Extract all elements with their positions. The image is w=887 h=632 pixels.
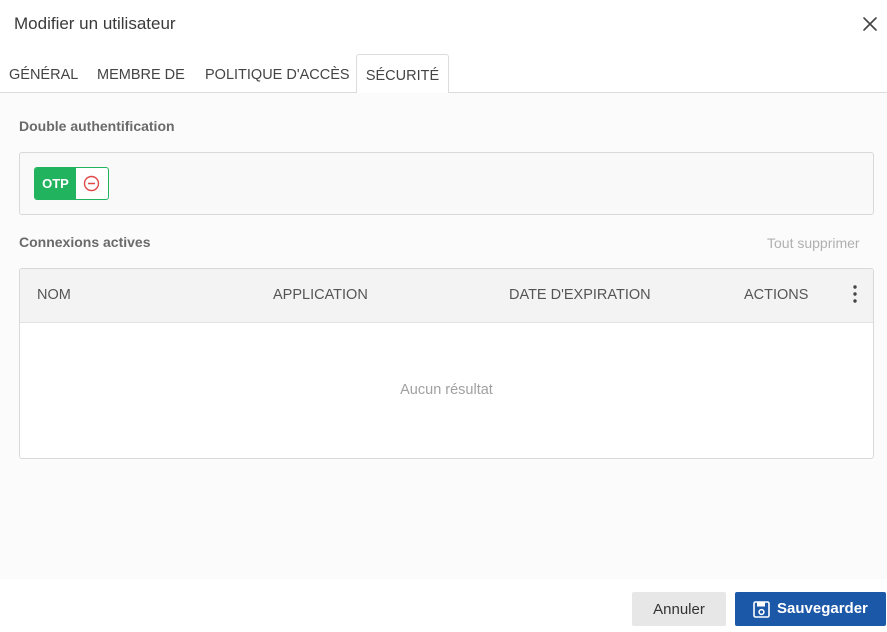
tab-access-policy[interactable]: POLITIQUE D'ACCÈS bbox=[205, 54, 350, 93]
floppy-disk-icon bbox=[753, 601, 770, 618]
close-icon[interactable] bbox=[860, 14, 880, 34]
column-header-application[interactable]: APPLICATION bbox=[273, 287, 368, 303]
sessions-table: NOM APPLICATION DATE D'EXPIRATION ACTION… bbox=[19, 268, 874, 459]
column-header-actions: ACTIONS bbox=[744, 287, 809, 303]
empty-state-text: Aucun résultat bbox=[400, 382, 493, 398]
tab-general[interactable]: GÉNÉRAL bbox=[9, 54, 78, 93]
dialog-title: Modifier un utilisateur bbox=[14, 14, 176, 33]
delete-all-link[interactable]: Tout supprimer bbox=[767, 235, 860, 251]
dialog-header: Modifier un utilisateur bbox=[0, 0, 887, 48]
active-sessions-heading: Connexions actives bbox=[19, 234, 151, 250]
two-factor-box: OTP bbox=[19, 152, 874, 215]
kebab-menu-icon[interactable] bbox=[848, 284, 862, 304]
table-header: NOM APPLICATION DATE D'EXPIRATION ACTION… bbox=[20, 269, 873, 323]
column-header-expiration-date[interactable]: DATE D'EXPIRATION bbox=[509, 287, 651, 303]
two-factor-heading: Double authentification bbox=[19, 118, 175, 134]
security-panel: Double authentification OTP Connexions a… bbox=[0, 93, 887, 579]
save-button-label: Sauvegarder bbox=[777, 600, 868, 617]
tab-member-of[interactable]: MEMBRE DE bbox=[97, 54, 185, 93]
column-header-name[interactable]: NOM bbox=[37, 287, 71, 303]
otp-label: OTP bbox=[35, 168, 76, 199]
minus-circle-icon[interactable] bbox=[83, 175, 100, 192]
tab-security[interactable]: SÉCURITÉ bbox=[356, 54, 449, 94]
save-button[interactable]: Sauvegarder bbox=[735, 592, 886, 626]
cancel-button[interactable]: Annuler bbox=[632, 592, 726, 626]
tab-bar: GÉNÉRAL MEMBRE DE POLITIQUE D'ACCÈS SÉCU… bbox=[0, 54, 887, 94]
otp-chip: OTP bbox=[34, 167, 109, 200]
dialog-footer: Annuler Sauvegarder bbox=[0, 579, 887, 632]
